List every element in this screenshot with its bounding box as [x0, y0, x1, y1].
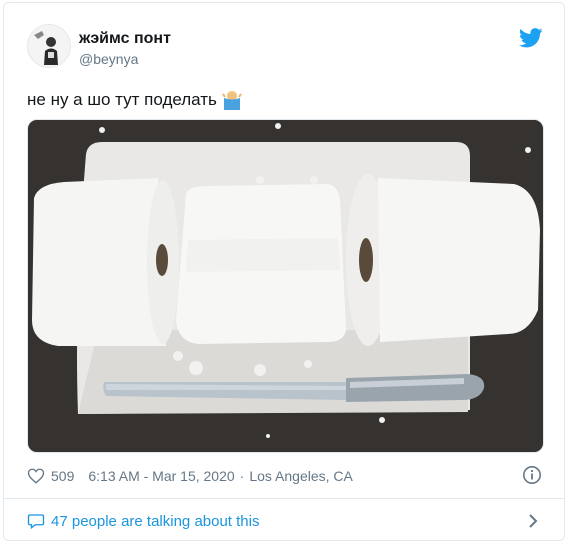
- twitter-bird-icon[interactable]: [519, 28, 543, 48]
- author-handle[interactable]: @beynya: [79, 51, 138, 67]
- talking-about-link[interactable]: 47 people are talking about this: [27, 510, 259, 532]
- info-icon[interactable]: [522, 465, 542, 485]
- like-count[interactable]: 509: [51, 468, 74, 484]
- tweet-location[interactable]: Los Angeles, CA: [249, 468, 353, 484]
- talking-about-label[interactable]: 47 people are talking about this: [51, 513, 259, 530]
- photo-paper-towel-rolls: [28, 120, 543, 452]
- divider: [3, 498, 565, 499]
- author-name[interactable]: жэймс понт: [79, 30, 171, 48]
- speech-bubble-icon: [27, 514, 45, 530]
- tweet-text: не ну а шо тут поделать: [27, 88, 243, 110]
- avatar[interactable]: [27, 24, 71, 68]
- tweet-photo[interactable]: [27, 119, 544, 453]
- meta-separator: ·: [239, 468, 245, 484]
- tweet-text-content: не ну а шо тут поделать: [27, 90, 217, 109]
- heart-icon[interactable]: [27, 467, 45, 485]
- tweet-timestamp[interactable]: 6:13 AM - Mar 15, 2020: [88, 468, 234, 484]
- tweet-meta: 509 6:13 AM - Mar 15, 2020 · Los Angeles…: [27, 465, 353, 487]
- chevron-right-icon[interactable]: [526, 512, 540, 530]
- person-shrugging-emoji: [222, 91, 242, 110]
